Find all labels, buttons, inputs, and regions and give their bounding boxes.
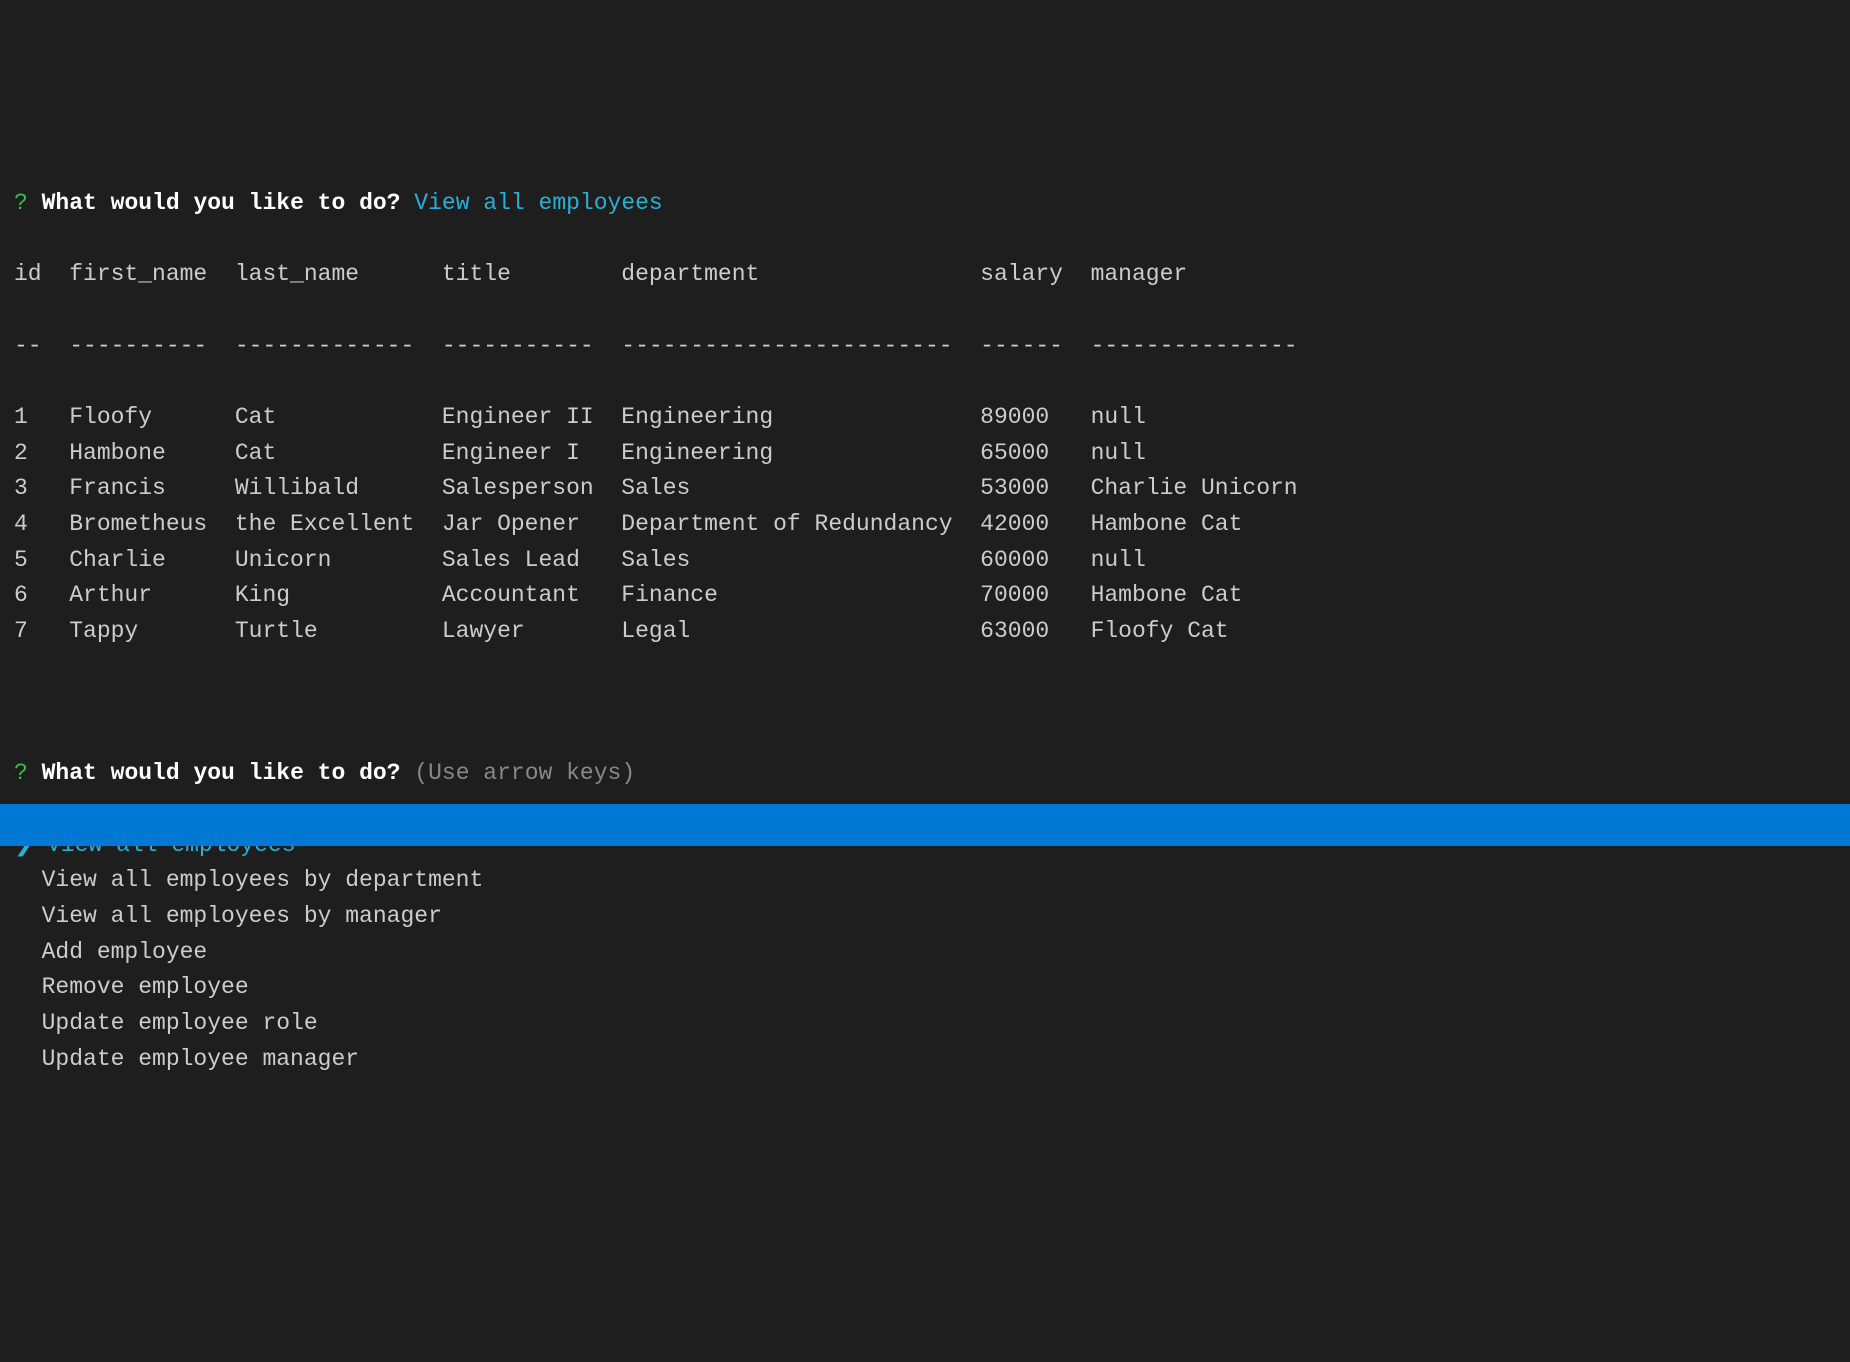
table-row: 1 Floofy Cat Engineer II Engineering 890… [14,400,1850,436]
menu-item-label: Update employee role [14,1010,318,1036]
menu-item[interactable]: View all employees by department [14,863,1850,899]
menu-item-label: Update employee manager [14,1046,359,1072]
table-header-row: id first_name last_name title department… [14,257,1850,293]
prompt-answer: View all employees [414,190,662,216]
terminal-output: ? What would you like to do? View all em… [14,151,1850,1113]
menu-item[interactable]: View all employees by manager [14,899,1850,935]
table-row: 6 Arthur King Accountant Finance 70000 H… [14,578,1850,614]
prompt-hint: (Use arrow keys) [414,760,635,786]
menu-item-label: View all employees by department [14,867,483,893]
menu-list[interactable]: ❯ View all employees View all employees … [14,828,1850,1077]
menu-item-label: Add employee [14,939,207,965]
table-row: 3 Francis Willibald Salesperson Sales 53… [14,471,1850,507]
table-divider-row: -- ---------- ------------- ----------- … [14,329,1850,365]
question-mark-icon: ? [14,760,28,786]
table-row: 4 Brometheus the Excellent Jar Opener De… [14,507,1850,543]
active-prompt-line: ? What would you like to do? (Use arrow … [14,756,1850,792]
menu-item[interactable]: Remove employee [14,970,1850,1006]
table-row: 5 Charlie Unicorn Sales Lead Sales 60000… [14,543,1850,579]
prompt-question: What would you like to do? [42,190,401,216]
previous-prompt-line: ? What would you like to do? View all em… [14,186,1850,222]
table-body: 1 Floofy Cat Engineer II Engineering 890… [14,400,1850,649]
menu-item[interactable]: Add employee [14,935,1850,971]
menu-item-label: Remove employee [14,974,249,1000]
menu-item[interactable]: Update employee manager [14,1042,1850,1078]
table-row: 2 Hambone Cat Engineer I Engineering 650… [14,436,1850,472]
menu-item[interactable]: Update employee role [14,1006,1850,1042]
table-row: 7 Tappy Turtle Lawyer Legal 63000 Floofy… [14,614,1850,650]
prompt-question: What would you like to do? [42,760,401,786]
menu-item-label: View all employees by manager [14,903,442,929]
question-mark-icon: ? [14,190,28,216]
bottom-blue-bar [0,804,1850,846]
blank-line [14,685,1850,721]
